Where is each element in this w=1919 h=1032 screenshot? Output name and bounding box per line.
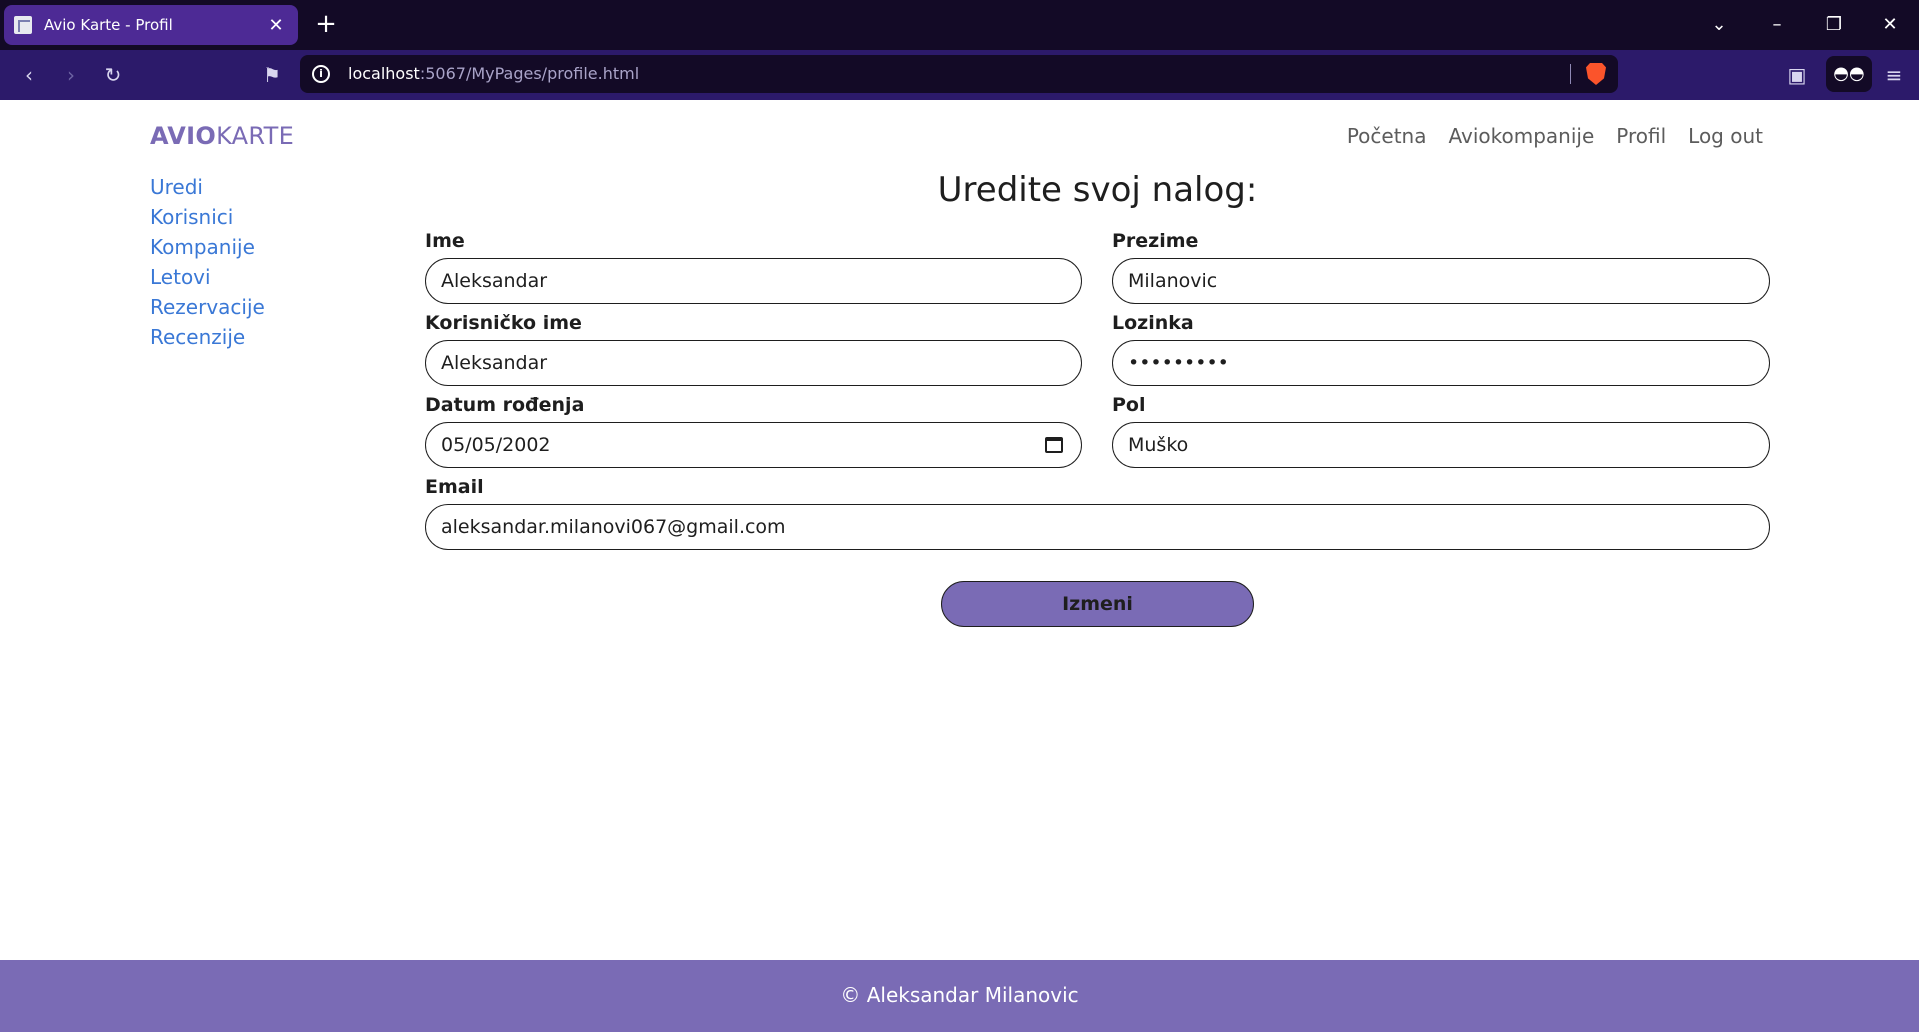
sidebar-item-korisnici[interactable]: Korisnici <box>150 202 265 232</box>
reader-mode-icon[interactable]: ◓◓ <box>1826 56 1872 92</box>
site-logo[interactable]: AVIOKARTE <box>150 122 294 150</box>
browser-tab[interactable]: Avio Karte - Profil ✕ <box>4 5 298 45</box>
logo-bold: AVIO <box>150 122 217 150</box>
lozinka-input[interactable] <box>1112 340 1770 386</box>
browser-toolbar: ‹ › ↻ ⚑ i localhost:5067/MyPages/profile… <box>0 50 1919 100</box>
menu-icon[interactable]: ≡ <box>1877 58 1911 92</box>
sidebar-toggle-icon[interactable]: ▣ <box>1780 58 1814 92</box>
url-divider <box>1570 64 1571 84</box>
url-path: :5067/MyPages/profile.html <box>419 64 640 83</box>
minimize-icon[interactable]: – <box>1760 8 1794 42</box>
nav-link-aviokompanije[interactable]: Aviokompanije <box>1448 124 1594 148</box>
sidebar-item-kompanije[interactable]: Kompanije <box>150 232 265 262</box>
brave-shields-icon[interactable] <box>1586 63 1606 85</box>
prezime-label: Prezime <box>1112 230 1199 252</box>
korisnicko-ime-label: Korisničko ime <box>425 312 582 334</box>
pol-label: Pol <box>1112 394 1146 416</box>
site-info-icon[interactable]: i <box>312 65 330 83</box>
restore-icon[interactable]: ❐ <box>1817 8 1851 42</box>
tab-close-icon[interactable]: ✕ <box>264 15 288 36</box>
datum-rodjenja-input[interactable] <box>425 422 1082 468</box>
izmeni-button[interactable]: Izmeni <box>941 581 1254 627</box>
tab-list-chevron-icon[interactable]: ⌄ <box>1702 8 1736 42</box>
new-tab-icon[interactable]: + <box>312 10 340 38</box>
lozinka-label: Lozinka <box>1112 312 1194 334</box>
korisnicko-ime-input[interactable] <box>425 340 1082 386</box>
page-favicon-icon <box>14 16 32 34</box>
url-text[interactable]: localhost:5067/MyPages/profile.html <box>348 64 639 83</box>
nav-link-pocetna[interactable]: Početna <box>1347 124 1427 148</box>
nav-link-profil[interactable]: Profil <box>1616 124 1666 148</box>
ime-label: Ime <box>425 230 465 252</box>
browser-titlebar: Avio Karte - Profil ✕ + ⌄ – ❐ ✕ <box>0 0 1919 50</box>
top-navigation: Početna Aviokompanije Profil Log out <box>1347 124 1763 148</box>
page-content: AVIOKARTE Početna Aviokompanije Profil L… <box>0 100 1919 1032</box>
nav-link-logout[interactable]: Log out <box>1688 124 1763 148</box>
email-input[interactable] <box>425 504 1770 550</box>
tab-title: Avio Karte - Profil <box>44 16 173 34</box>
logo-light: KARTE <box>216 122 295 150</box>
email-label: Email <box>425 476 484 498</box>
address-bar[interactable]: i localhost:5067/MyPages/profile.html <box>300 55 1618 93</box>
back-icon[interactable]: ‹ <box>12 58 46 92</box>
sidebar-item-rezervacije[interactable]: Rezervacije <box>150 292 265 322</box>
prezime-input[interactable] <box>1112 258 1770 304</box>
footer: © Aleksandar Milanovic <box>0 960 1919 1032</box>
sidebar: Uredi Korisnici Kompanije Letovi Rezerva… <box>150 172 265 352</box>
page-title: Uredite svoj nalog: <box>937 170 1258 210</box>
pol-input[interactable] <box>1112 422 1770 468</box>
reload-icon[interactable]: ↻ <box>96 58 130 92</box>
sidebar-item-uredi[interactable]: Uredi <box>150 172 265 202</box>
window-close-icon[interactable]: ✕ <box>1873 8 1907 42</box>
url-host: localhost <box>348 64 420 83</box>
datum-rodjenja-label: Datum rođenja <box>425 394 585 416</box>
forward-icon[interactable]: › <box>54 58 88 92</box>
calendar-icon[interactable] <box>1045 437 1063 453</box>
ime-input[interactable] <box>425 258 1082 304</box>
sidebar-item-letovi[interactable]: Letovi <box>150 262 265 292</box>
bookmark-icon[interactable]: ⚑ <box>255 58 289 92</box>
sidebar-item-recenzije[interactable]: Recenzije <box>150 322 265 352</box>
